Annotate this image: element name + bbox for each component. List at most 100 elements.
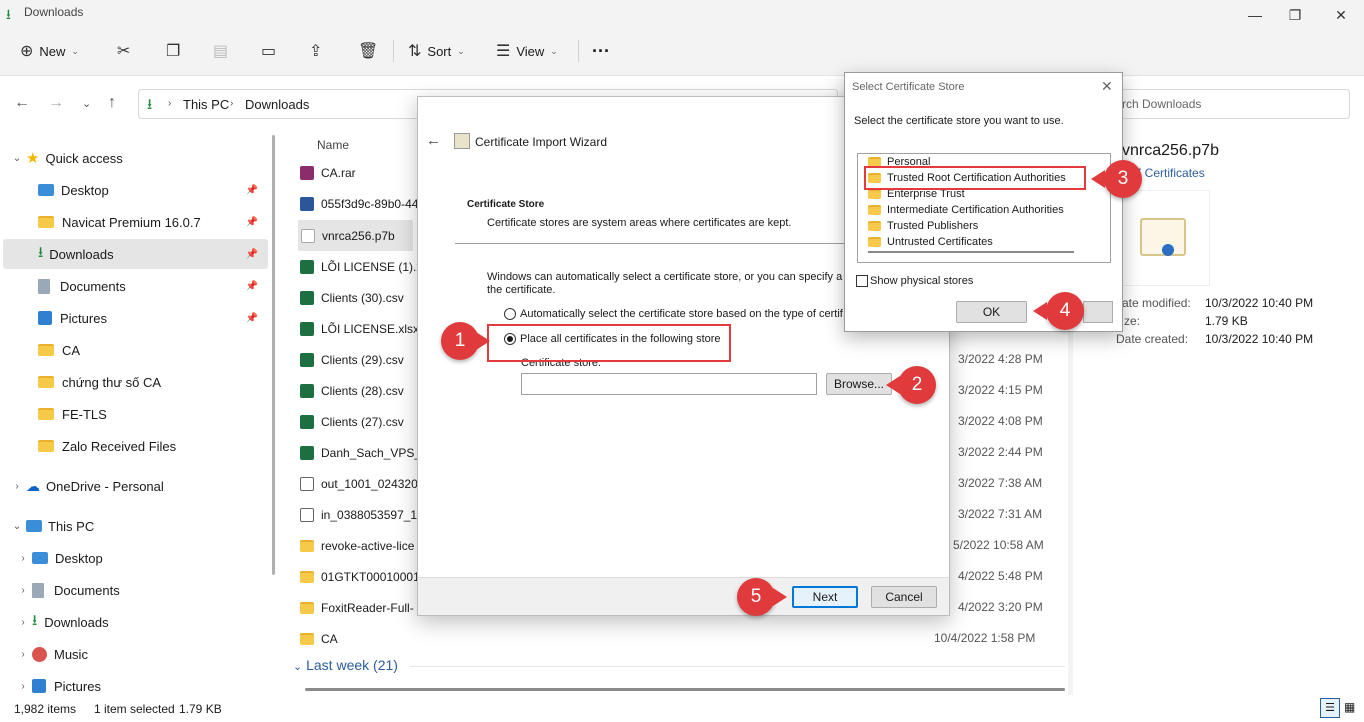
file-row[interactable]: vnrca256.p7b [298,220,413,251]
ok-button[interactable]: OK [956,301,1027,323]
folder-icon [38,344,54,356]
sidebar-item-pictures[interactable]: Pictures 📌 [38,303,308,333]
store-dialog-close-button[interactable]: ✕ [1101,78,1113,95]
sidebar-pc-music[interactable]: › Music [14,639,284,669]
sidebar-pc-documents[interactable]: › Documents [14,575,284,605]
sidebar-pc-downloads[interactable]: › ⭳ Downloads [14,607,284,637]
sort-button[interactable]: ⇅ Sort ⌄ [408,38,465,64]
group-header-last-week[interactable]: ⌄ Last week (21) [293,657,398,673]
file-row[interactable]: LÕI LICENSE.xlsx [300,313,430,344]
file-row[interactable]: revoke-active-lice [300,530,430,561]
more-options-button[interactable]: ··· [592,38,610,64]
download-icon: ⭳ [32,611,38,629]
sidebar-item-zalo[interactable]: Zalo Received Files [38,431,308,461]
certificate-store-field[interactable] [521,373,817,395]
file-row[interactable]: Clients (29).csv [300,344,430,375]
copy-button[interactable]: ❐ [166,38,180,64]
close-window-button[interactable]: ✕ [1326,4,1356,26]
radio-auto-select[interactable]: Automatically select the certificate sto… [504,308,843,321]
sidebar-label: Pictures [60,310,107,326]
cancel-button-partial[interactable] [1083,301,1113,323]
sidebar-item-downloads[interactable]: ⭳ Downloads 📌 [3,239,268,269]
file-row[interactable]: in_0388053597_10 [300,499,430,530]
sidebar-item-documents[interactable]: Documents 📌 [38,271,308,301]
store-item-trusted-publishers[interactable]: Trusted Publishers [868,218,978,234]
sidebar-this-pc[interactable]: ⌄ This PC [8,511,278,541]
status-item-count: 1,982 items [14,702,77,716]
sidebar-pc-desktop[interactable]: › Desktop [14,543,284,573]
file-name: 01GTKT000100012 [321,569,427,584]
rar-file-icon [300,165,314,180]
store-dialog-title: Select Certificate Store [852,81,965,93]
file-row[interactable]: CA [300,623,430,654]
sidebar-label: Downloads [49,246,114,262]
callout-pointer [1033,302,1047,320]
horizontal-scrollbar[interactable] [305,688,1065,691]
file-row[interactable]: CA.rar [300,157,430,188]
view-button[interactable]: ☰ View ⌄ [496,38,558,64]
recent-locations-button[interactable]: ⌄ [82,97,91,110]
breadcrumb-downloads[interactable]: Downloads [245,97,309,112]
wizard-desc-line1: Windows can automatically select a certi… [487,271,848,283]
column-header-name[interactable]: Name [317,138,349,152]
paste-button[interactable]: ▤ [213,38,228,64]
file-row[interactable]: Clients (27).csv [300,406,430,437]
sidebar-item-chung-thu[interactable]: chứng thư số CA [38,367,308,397]
rename-button[interactable]: ▭ [261,38,276,64]
sidebar-onedrive[interactable]: › ☁ OneDrive - Personal [8,471,278,501]
tree-scrollbar[interactable] [868,251,1074,253]
file-row[interactable]: 01GTKT000100012 [300,561,430,592]
callout-pointer [476,332,490,350]
tiles-view-button[interactable]: ▦ [1344,700,1355,714]
store-label: Intermediate Certification Authorities [887,204,1064,216]
sidebar-label: Zalo Received Files [62,438,177,454]
maximize-button[interactable]: ❐ [1280,4,1310,26]
share-button[interactable]: ⇪ [309,38,322,64]
cancel-button[interactable]: Cancel [871,586,937,608]
new-button[interactable]: ⊕ New ⌄ [20,38,79,64]
file-row[interactable]: 055f3d9c-89b0-44 [300,188,430,219]
sidebar-item-ca[interactable]: CA [38,335,308,365]
detail-modified-value: 10/3/2022 10:40 PM [1205,296,1314,310]
file-date: 4/2022 3:20 PM [958,600,1043,614]
sidebar-item-navicat[interactable]: Navicat Premium 16.0.7 📌 [38,207,308,237]
chevron-down-icon: ⌄ [71,45,79,56]
sidebar-label: Desktop [55,550,103,566]
file-row[interactable]: Clients (28).csv [300,375,430,406]
next-button[interactable]: Next [792,586,858,608]
file-row[interactable]: out_1001_0243202 [300,468,430,499]
file-name: LÕI LICENSE.xlsx [321,321,420,336]
browse-button[interactable]: Browse... [826,373,892,395]
minimize-button[interactable]: — [1240,4,1270,26]
file-row[interactable]: FoxitReader-Full- [300,592,430,623]
store-item-untrusted[interactable]: Untrusted Certificates [868,234,993,250]
sidebar-item-fe-tls[interactable]: FE-TLS [38,399,308,429]
file-row[interactable]: Danh_Sach_VPS_L [300,437,430,468]
group-divider [410,666,1065,667]
sidebar-item-desktop[interactable]: Desktop 📌 [38,175,308,205]
sidebar-pc-pictures[interactable]: › Pictures [14,671,284,701]
word-file-icon [300,196,314,211]
file-row[interactable]: Clients (30).csv [300,282,430,313]
details-view-button[interactable]: ☰ [1320,698,1340,718]
breadcrumb-this-pc[interactable]: This PC [183,97,229,112]
show-physical-stores-checkbox[interactable]: Show physical stores [856,275,973,288]
cut-button[interactable]: ✂ [117,38,130,64]
back-button[interactable]: ← [14,94,30,112]
store-label: Untrusted Certificates [887,236,993,248]
chevron-down-icon: ⌄ [12,152,22,164]
download-icon: ⭳ [38,243,44,261]
forward-button[interactable]: → [48,94,64,112]
wizard-footer [418,577,949,615]
wizard-back-button[interactable]: ← [426,132,441,149]
file-name: vnrca256.p7b [322,228,395,243]
sidebar-scrollbar[interactable] [272,135,275,575]
file-row[interactable]: LÕI LICENSE (1).x [300,251,430,282]
folder-file-icon [300,601,314,614]
sidebar-quick-access[interactable]: ⌄ ★ Quick access [8,143,278,173]
cert-file-icon [301,228,315,243]
highlight-trusted-root [864,166,1086,190]
delete-button[interactable]: 🗑 [358,38,378,64]
store-item-intermediate[interactable]: Intermediate Certification Authorities [868,202,1064,218]
up-button[interactable]: ↑ [108,94,116,112]
